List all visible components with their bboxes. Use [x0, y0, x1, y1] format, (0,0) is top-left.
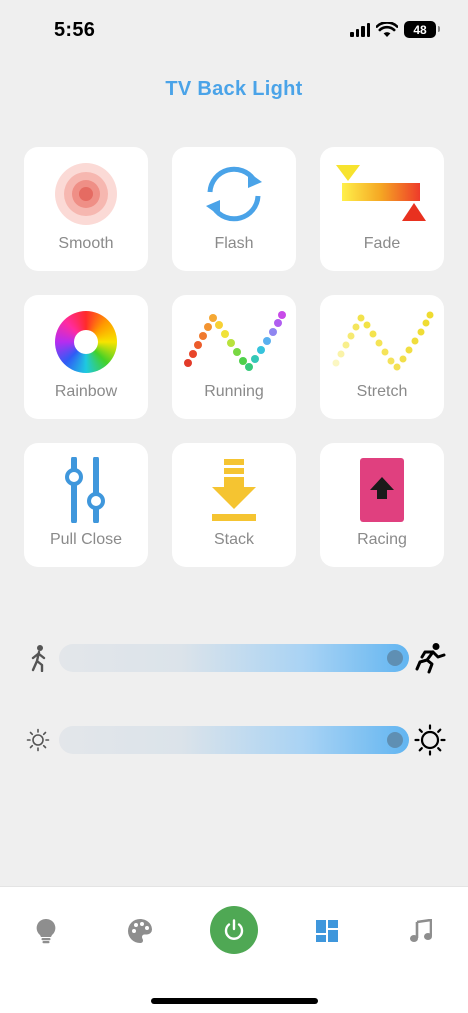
sun-bright-icon [414, 724, 446, 756]
brightness-slider-knob[interactable] [387, 732, 403, 748]
sun-dim-icon [26, 728, 50, 752]
cellular-signal-icon [350, 22, 370, 37]
fade-gradient-icon [336, 161, 428, 227]
racing-card-icon [350, 457, 414, 523]
brightness-slider[interactable] [59, 726, 409, 754]
effect-tile-smooth[interactable]: Smooth [24, 147, 148, 271]
tab-palette[interactable] [116, 907, 164, 955]
effect-label: Flash [214, 235, 254, 252]
tab-bar [0, 886, 468, 1013]
walking-person-icon [31, 645, 46, 672]
battery-level: 48 [413, 22, 427, 37]
stack-download-icon [202, 457, 266, 523]
status-icons: 48 [350, 21, 440, 38]
effect-tile-running[interactable]: Running [172, 295, 296, 419]
effects-grid-icon [316, 920, 338, 942]
effect-label: Stretch [356, 383, 408, 400]
effect-tile-stack[interactable]: Stack [172, 443, 296, 567]
effect-label: Smooth [58, 235, 114, 252]
brightness-slider-row [0, 720, 468, 760]
power-icon [224, 919, 244, 940]
page-title: TV Back Light [165, 78, 303, 100]
effect-label: Fade [363, 235, 401, 252]
effect-tile-pull-close[interactable]: Pull Close [24, 443, 148, 567]
effect-label: Pull Close [49, 531, 123, 548]
pull-close-sliders-icon [54, 457, 118, 523]
speed-slider-knob[interactable] [387, 650, 403, 666]
speed-slider[interactable] [59, 644, 409, 672]
power-button[interactable] [210, 906, 258, 954]
effect-tile-rainbow[interactable]: Rainbow [24, 295, 148, 419]
effect-tile-stretch[interactable]: Stretch [320, 295, 444, 419]
effect-tile-flash[interactable]: Flash [172, 147, 296, 271]
running-person-icon [415, 643, 446, 674]
tab-effects[interactable] [303, 907, 351, 955]
running-dots-icon [182, 309, 286, 375]
home-indicator [151, 998, 318, 1004]
tab-bulb[interactable] [22, 907, 70, 955]
effect-label: Running [204, 383, 264, 400]
rainbow-color-wheel-icon [54, 309, 118, 375]
effects-grid: Smooth Flash Fade Rainbow Running Stretc… [24, 147, 444, 567]
flash-cycle-arrows-icon [202, 161, 266, 227]
effect-tile-racing[interactable]: Racing [320, 443, 444, 567]
stretch-dots-icon [330, 309, 434, 375]
smooth-circles-icon [54, 161, 118, 227]
wifi-icon [376, 21, 398, 37]
status-time: 5:56 [54, 19, 96, 41]
effect-label: Stack [213, 531, 254, 548]
effect-tile-fade[interactable]: Fade [320, 147, 444, 271]
music-note-icon [410, 919, 432, 942]
status-bar: 5:56 48 [0, 0, 468, 60]
speed-slider-row [0, 638, 468, 678]
palette-icon [128, 919, 152, 943]
effect-label: Rainbow [54, 383, 118, 400]
effect-label: Racing [357, 531, 407, 548]
bulb-icon [36, 918, 56, 944]
battery-icon: 48 [404, 21, 440, 38]
tab-music[interactable] [397, 907, 445, 955]
